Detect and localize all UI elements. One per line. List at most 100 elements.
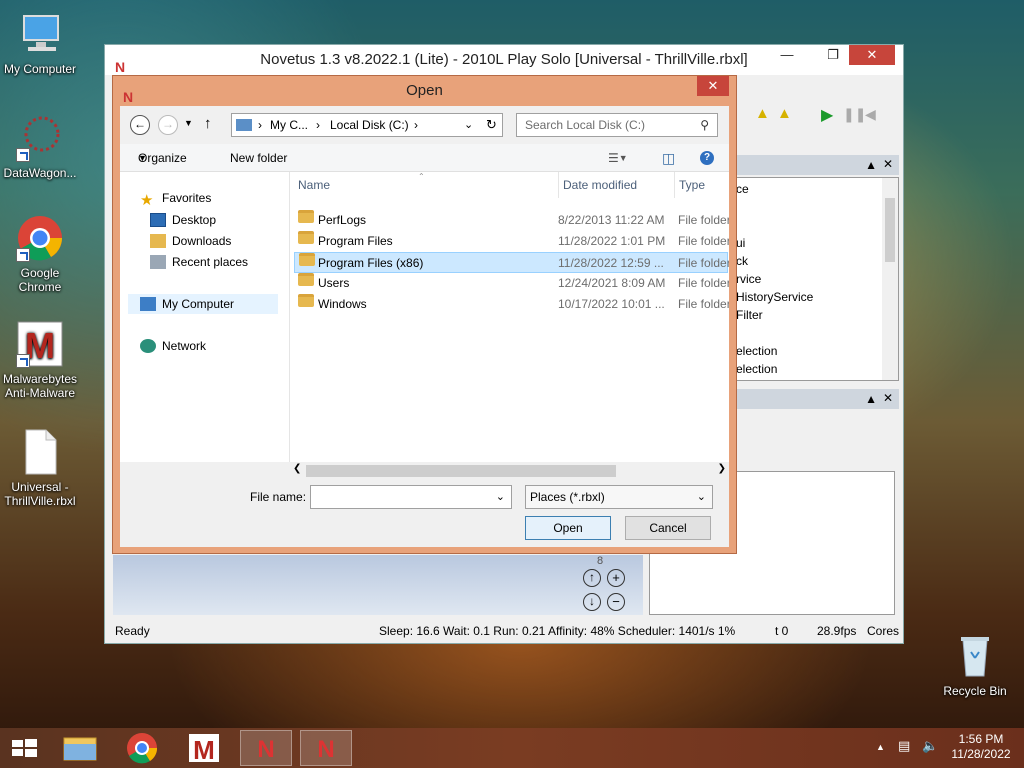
nav-network[interactable]: Network [140,336,206,356]
zoom-in-icon[interactable]: + [607,569,625,587]
minimize-icon[interactable]: — [773,45,801,65]
file-date: 10/17/2022 10:01 ... [558,297,665,311]
explorer-item[interactable]: election [736,342,898,360]
horizontal-scrollbar[interactable]: ❮ ❯ [290,462,729,480]
address-dropdown-icon[interactable]: ⌄ [464,114,473,136]
breadcrumb-sep-icon: › [258,118,262,132]
explorer-item[interactable] [736,324,898,342]
up-icon[interactable]: ↑ [204,115,212,132]
scrollbar-thumb[interactable] [306,465,616,477]
file-row-program-files-x86[interactable]: Program Files (x86) 11/28/2022 12:59 ...… [294,252,729,273]
file-row-users[interactable]: Users 12/24/2021 8:09 AM File folder [294,273,729,294]
explorer-item[interactable] [736,216,898,234]
clock[interactable]: 1:56 PM 11/28/2022 [946,732,1016,762]
cancel-button[interactable]: Cancel [625,516,711,540]
status-fps: 28.9fps [817,624,857,638]
column-date-modified[interactable]: Date modified [558,172,637,198]
file-icon [16,428,64,476]
help-icon[interactable]: ? [700,151,714,165]
column-type[interactable]: Type [674,172,705,198]
nav-recent-places[interactable]: Recent places [150,252,248,272]
new-folder-button[interactable]: New folder [230,144,287,172]
zoom-out-icon[interactable]: − [607,593,625,611]
close-icon[interactable]: ✕ [697,76,729,96]
volume-icon[interactable]: 🔈 [922,738,938,753]
nav-desktop[interactable]: Desktop [150,210,216,230]
play-icon[interactable]: ▶ [821,105,833,125]
computer-icon [140,297,156,311]
pause-icon[interactable]: ❚❚ [843,106,866,123]
taskbar-file-explorer[interactable] [54,730,106,766]
explorer-scrollbar[interactable] [882,178,898,380]
chevron-down-icon[interactable]: ⌄ [496,490,505,503]
explorer-item[interactable]: Filter [736,306,898,324]
close-icon[interactable]: ✕ [849,45,895,65]
nav-favorites[interactable]: ★ Favorites [140,188,211,209]
recent-locations-icon[interactable]: ▼ [184,118,193,128]
forward-icon[interactable]: → [158,115,178,135]
desktop-icon-thrillville[interactable]: Universal - ThrillVille.rbxl [0,428,80,508]
address-bar[interactable]: › My C... › Local Disk (C:) › ⌄ ↻ [231,113,503,137]
desktop-icon-chrome[interactable]: Google Chrome [0,214,80,294]
explorer-item[interactable] [736,198,898,216]
pin-icon[interactable]: ▲ [865,392,877,406]
panel-close-icon[interactable]: ✕ [883,157,893,171]
back-icon[interactable]: ← [130,115,150,135]
file-row-windows[interactable]: Windows 10/17/2022 10:01 ... File folder [294,294,729,315]
file-type: File folder [678,234,729,248]
desktop-icon-malwarebytes[interactable]: M Malwarebytes Anti-Malware [0,320,80,400]
file-name-input[interactable]: ⌄ [310,485,512,509]
dialog-body: ← → ▼ ↑ › My C... › Local Disk (C:) › ⌄ … [120,106,729,547]
explorer-item[interactable]: ck [736,252,898,270]
explorer-item[interactable]: election [736,360,898,378]
show-hidden-icons-icon[interactable]: ▲ [876,740,885,755]
breadcrumb-my-computer[interactable]: My C... [270,114,308,136]
scroll-right-icon[interactable]: ❯ [718,463,726,474]
explorer-item[interactable]: rvice [736,270,898,288]
navigation-pane: ★ Favorites Desktop Downloads Recent plac… [120,172,290,462]
nav-downloads[interactable]: Downloads [150,231,231,251]
desktop-icon-recycle-bin[interactable]: Recycle Bin [935,632,1015,698]
desktop-icon-datawagon[interactable]: DataWagon... [0,114,80,180]
file-row-program-files[interactable]: Program Files 11/28/2022 1:01 PM File fo… [294,231,729,252]
desktop-icon-label: Recycle Bin [943,684,1007,698]
refresh-icon[interactable]: ↻ [486,114,497,136]
column-name[interactable]: Name [298,172,330,198]
search-input[interactable]: Search Local Disk (C:) ⚲ [516,113,718,137]
explorer-item[interactable]: ui [736,234,898,252]
taskbar-novetus-studio[interactable]: N [300,730,352,766]
preview-pane-icon[interactable]: ◫ [662,144,675,172]
game-viewport[interactable]: 8 ↑ + ↓ − [113,555,643,615]
file-type-value: Places (*.rbxl) [530,490,605,504]
pin-icon[interactable]: ▲ [865,158,877,172]
maximize-icon[interactable]: ❐ [819,45,847,65]
camera-up-icon[interactable]: ↑ [583,569,601,587]
camera-down-icon[interactable]: ↓ [583,593,601,611]
scroll-left-icon[interactable]: ❮ [293,463,301,474]
explorer-item[interactable]: ce [736,180,898,198]
nav-my-computer[interactable]: My Computer [128,294,278,314]
desktop-icon-my-computer[interactable]: My Computer [0,10,80,76]
dialog-title: Open [406,82,443,99]
taskbar-malwarebytes[interactable]: M [178,730,230,766]
taskbar-novetus-launcher[interactable]: N [240,730,292,766]
status-stats: Sleep: 16.6 Wait: 0.1 Run: 0.21 Affinity… [379,624,736,638]
arrow-up-tool-icon[interactable]: ▲ [777,105,792,122]
arrow-up-tool-icon[interactable]: ▲ [755,105,770,122]
clock-time: 1:56 PM [958,732,1004,746]
start-button[interactable] [4,732,44,764]
view-options-icon[interactable]: ☰ ▼ [608,144,628,172]
open-dialog: N Open ✕ ← → ▼ ↑ › My C... › Local Disk … [112,75,737,554]
file-row-perflogs[interactable]: PerfLogs 8/22/2013 11:22 AM File folder [294,210,729,231]
explorer-item[interactable]: HistoryService [736,288,898,306]
breadcrumb-local-disk[interactable]: Local Disk (C:) [330,114,409,136]
file-name: Users [318,276,350,290]
file-type-select[interactable]: Places (*.rbxl) ⌄ [525,485,713,509]
panel-close-icon[interactable]: ✕ [883,391,893,405]
step-back-icon[interactable]: ◀ [865,106,876,123]
network-tray-icon[interactable]: ▤ [898,738,910,753]
taskbar-chrome[interactable] [116,730,168,766]
nav-downloads-label: Downloads [172,234,232,248]
open-button[interactable]: Open [525,516,611,540]
file-date: 8/22/2013 11:22 AM [558,213,665,227]
